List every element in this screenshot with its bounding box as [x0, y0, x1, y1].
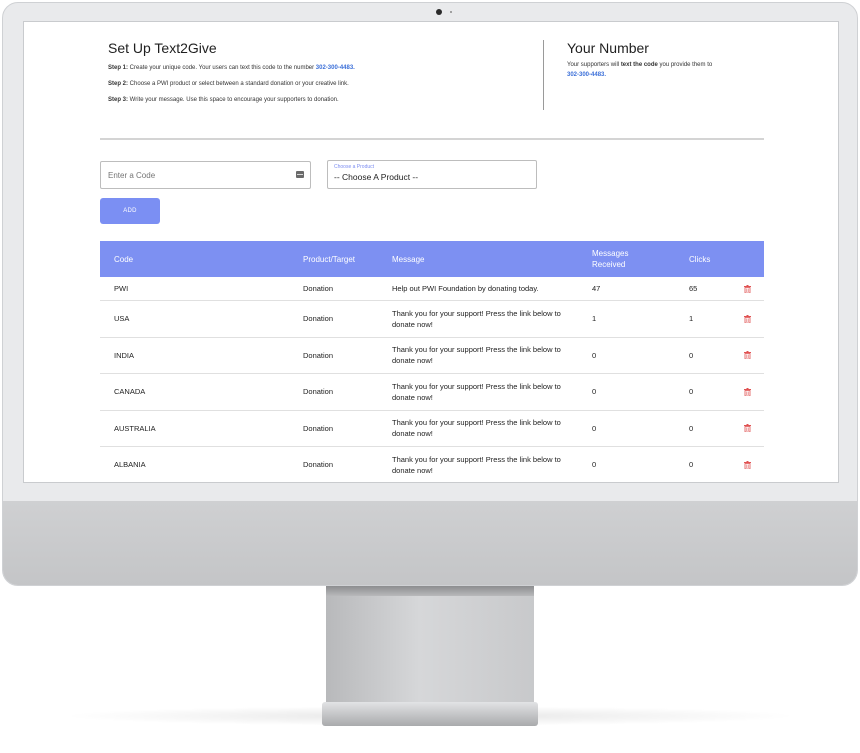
step-1: Step 1: Create your unique code. Your us…	[108, 65, 528, 71]
cell-messages-received: 47	[592, 284, 601, 293]
step-3: Step 3: Write your message. Use this spa…	[108, 97, 528, 103]
code-input[interactable]	[100, 161, 311, 189]
product-select[interactable]: Choose a Product -- Choose A Product --	[327, 160, 537, 189]
number-desc-b: you provide them to	[657, 62, 713, 68]
table-body: PWI Donation Help out PWI Foundation by …	[100, 277, 764, 482]
header-messages-received: Messages Received	[592, 241, 652, 277]
cell-clicks: 1	[689, 314, 694, 324]
setup-title: Set Up Text2Give	[108, 40, 217, 56]
cell-code: USA	[114, 314, 130, 324]
step-3-text: Write your message. Use this space to en…	[128, 97, 339, 103]
table-row: INDIA Donation Thank you for your suppor…	[100, 338, 764, 374]
cell-product: Donation	[303, 284, 334, 293]
step-2-label: Step 2:	[108, 81, 129, 87]
header-received-line1: Messages	[592, 249, 629, 258]
cell-clicks: 65	[689, 284, 698, 293]
cell-code: CANADA	[114, 387, 146, 397]
step-1-phone-link[interactable]: 302-300-4483.	[316, 65, 355, 71]
cell-messages-received: 0	[592, 460, 597, 470]
cell-message: Help out PWI Foundation by donating toda…	[392, 284, 539, 293]
keyboard-icon	[296, 171, 304, 178]
delete-button[interactable]	[741, 338, 753, 374]
cell-message: Thank you for your support! Press the li…	[392, 345, 561, 366]
cell-messages-received: 0	[592, 423, 597, 433]
your-number-title: Your Number	[567, 40, 649, 56]
cell-product: Donation	[303, 460, 334, 470]
monitor-stand-foot	[322, 702, 538, 726]
trash-icon	[743, 424, 751, 433]
cell-message: Thank you for your support! Press the li…	[392, 418, 561, 439]
number-desc-a: Your supporters will	[567, 62, 621, 68]
table-row: PWI Donation Help out PWI Foundation by …	[100, 277, 764, 301]
step-1-text: Create your unique code. Your users can …	[128, 65, 316, 71]
step-1-label: Step 1:	[108, 65, 129, 71]
header-clicks: Clicks	[689, 254, 711, 264]
section-divider	[543, 40, 544, 110]
trash-icon	[743, 314, 751, 323]
cell-messages-received: 0	[592, 350, 597, 360]
cell-code: PWI	[114, 284, 129, 293]
table-row: USA Donation Thank you for your support!…	[100, 301, 764, 338]
step-2: Step 2: Choose a PWI product or select b…	[108, 81, 528, 87]
product-select-value: -- Choose A Product --	[334, 172, 419, 182]
delete-button[interactable]	[741, 411, 753, 447]
cell-clicks: 0	[689, 423, 694, 433]
codes-table: Code Product/Target Message Messages Rece…	[100, 241, 764, 482]
header-message: Message	[392, 254, 425, 264]
header-product: Product/Target	[303, 254, 356, 264]
cell-messages-received: 0	[592, 387, 597, 397]
cell-clicks: 0	[689, 350, 694, 360]
your-number-section: Your Number Your supporters will text th…	[567, 40, 777, 80]
header-divider	[100, 138, 764, 140]
screen: Set Up Text2Give Step 1: Create your uni…	[23, 21, 839, 483]
monitor-frame: Set Up Text2Give Step 1: Create your uni…	[2, 2, 858, 586]
delete-button[interactable]	[741, 277, 753, 300]
step-2-text: Choose a PWI product or select between a…	[128, 81, 349, 87]
delete-button[interactable]	[741, 374, 753, 410]
trash-icon	[743, 387, 751, 396]
delete-button[interactable]	[741, 447, 753, 482]
camera	[436, 9, 442, 15]
cell-code: AUSTRALIA	[114, 423, 156, 433]
your-number-description: Your supporters will text the code you p…	[567, 60, 777, 80]
cell-product: Donation	[303, 314, 334, 324]
step-3-label: Step 3:	[108, 97, 129, 103]
cell-message: Thank you for your support! Press the li…	[392, 454, 561, 475]
number-phone-link[interactable]: 302-300-4483.	[567, 72, 606, 78]
header-code: Code	[114, 254, 134, 264]
cell-message: Thank you for your support! Press the li…	[392, 381, 561, 402]
cell-message: Thank you for your support! Press the li…	[392, 308, 561, 329]
monitor-chin	[3, 501, 857, 585]
camera-indicator	[450, 11, 452, 13]
add-button[interactable]: ADD	[100, 198, 160, 224]
trash-icon	[743, 351, 751, 360]
setup-section: Set Up Text2Give Step 1: Create your uni…	[108, 40, 528, 113]
cell-clicks: 0	[689, 387, 694, 397]
cell-product: Donation	[303, 350, 334, 360]
trash-icon	[743, 460, 751, 469]
monitor-stand-neck	[326, 586, 534, 704]
delete-button[interactable]	[741, 301, 753, 337]
product-select-label: Choose a Product	[334, 164, 375, 170]
cell-clicks: 0	[689, 460, 694, 470]
table-header: Code Product/Target Message Messages Rece…	[100, 241, 764, 277]
trash-icon	[743, 284, 751, 293]
table-row: ALBANIA Donation Thank you for your supp…	[100, 447, 764, 482]
table-row: CANADA Donation Thank you for your suppo…	[100, 374, 764, 411]
table-row: AUSTRALIA Donation Thank you for your su…	[100, 411, 764, 447]
header-received-line2: Received	[592, 260, 626, 269]
cell-code: INDIA	[114, 350, 135, 360]
cell-product: Donation	[303, 387, 334, 397]
cell-code: ALBANIA	[114, 460, 146, 470]
cell-product: Donation	[303, 423, 334, 433]
cell-messages-received: 1	[592, 314, 597, 324]
number-desc-bold: text the code	[620, 62, 658, 68]
